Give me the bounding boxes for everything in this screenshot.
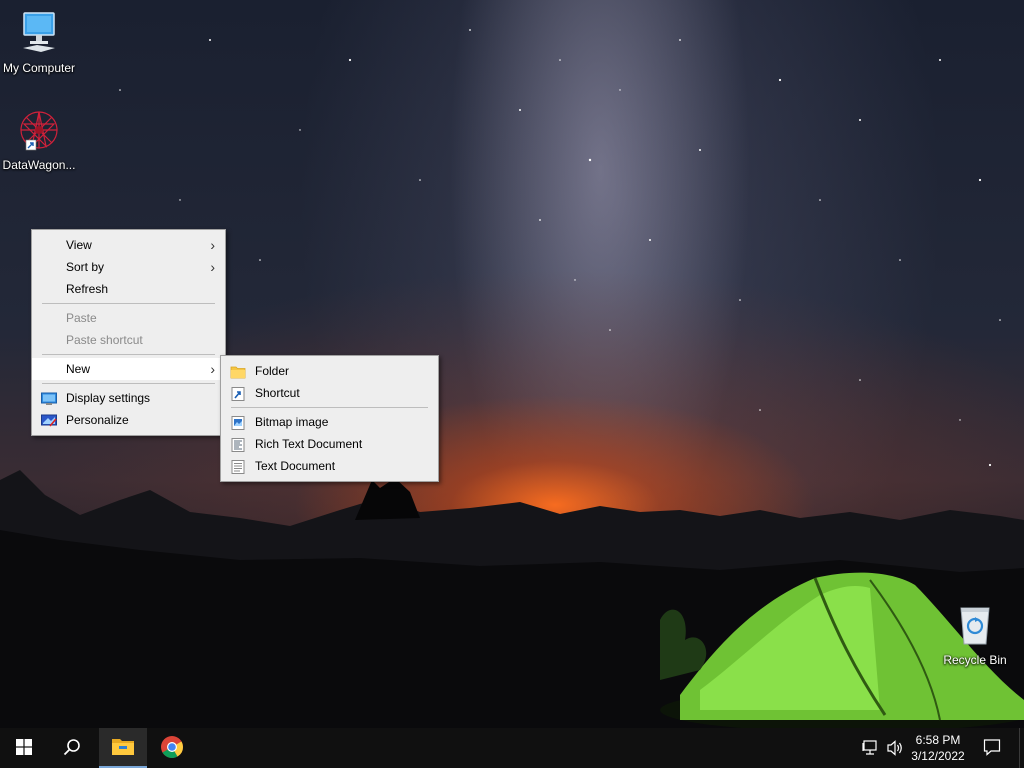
menu-item-label: Display settings <box>66 391 151 405</box>
chevron-right-icon: › <box>210 237 215 253</box>
system-clock[interactable]: 6:58 PM 3/12/2022 <box>908 732 968 764</box>
menu-separator <box>42 383 215 384</box>
show-desktop-button[interactable] <box>1019 728 1024 768</box>
menu-item-sort-by[interactable]: Sort by › <box>32 256 225 278</box>
submenu-item-label: Bitmap image <box>255 415 329 429</box>
submenu-item-label: Rich Text Document <box>255 437 363 451</box>
menu-item-label: Refresh <box>66 282 109 296</box>
desktop-icon-label: My Computer <box>2 61 76 75</box>
bitmap-icon <box>230 415 246 430</box>
menu-item-label: Paste <box>66 311 97 325</box>
desktop-icon-label: Recycle Bin <box>943 653 1007 667</box>
menu-item-view[interactable]: View › <box>32 234 225 256</box>
desktop-icon-recycle-bin[interactable]: Recycle Bin <box>936 602 1014 667</box>
datawagon-shortcut-icon <box>16 106 62 154</box>
monitor-icon <box>0 10 78 57</box>
desktop-context-menu: View › Sort by › Refresh Paste Paste sho… <box>31 229 226 436</box>
submenu-item-label: Text Document <box>255 459 336 473</box>
menu-item-paste-shortcut[interactable]: Paste shortcut <box>32 329 225 351</box>
taskbar: 6:58 PM 3/12/2022 <box>0 728 1024 768</box>
network-icon[interactable] <box>862 739 880 760</box>
chevron-right-icon: › <box>210 361 215 377</box>
shortcut-icon <box>230 386 246 401</box>
submenu-item-label: Folder <box>255 364 290 378</box>
menu-item-personalize[interactable]: Personalize <box>32 409 225 431</box>
text-document-icon <box>230 459 246 474</box>
clock-time: 6:58 PM <box>915 733 961 747</box>
menu-item-display-settings[interactable]: Display settings <box>32 387 225 409</box>
new-submenu: Folder Shortcut Bitmap image Rich Text D… <box>220 355 439 482</box>
menu-item-label: Personalize <box>66 413 129 427</box>
submenu-item-text-document[interactable]: Text Document <box>221 455 438 477</box>
submenu-item-label: Shortcut <box>255 386 300 400</box>
menu-separator <box>42 354 215 355</box>
menu-item-label: New <box>66 362 91 376</box>
personalize-icon <box>41 413 57 427</box>
folder-icon <box>230 364 246 379</box>
file-explorer-icon <box>111 736 135 759</box>
rich-text-icon <box>230 437 246 452</box>
menu-item-label: Sort by <box>66 260 105 274</box>
submenu-item-bitmap-image[interactable]: Bitmap image <box>221 411 438 433</box>
notification-icon[interactable] <box>983 738 1001 759</box>
taskbar-chrome[interactable] <box>148 728 196 768</box>
taskbar-file-explorer[interactable] <box>99 728 147 768</box>
submenu-item-folder[interactable]: Folder <box>221 360 438 382</box>
windows-start-icon <box>16 738 32 758</box>
chevron-right-icon: › <box>210 259 215 275</box>
volume-icon[interactable] <box>886 739 904 760</box>
menu-item-refresh[interactable]: Refresh <box>32 278 225 300</box>
menu-separator <box>231 407 428 408</box>
desktop-icon-datawagon[interactable]: DataWagon... <box>0 106 78 172</box>
start-button[interactable] <box>0 728 48 768</box>
desktop-icon-label: DataWagon... <box>2 158 76 172</box>
chrome-icon <box>160 735 184 762</box>
clock-date: 3/12/2022 <box>911 749 965 763</box>
menu-separator <box>42 303 215 304</box>
submenu-item-shortcut[interactable]: Shortcut <box>221 382 438 404</box>
menu-item-label: View <box>66 238 92 252</box>
menu-item-new[interactable]: New › <box>32 358 225 380</box>
display-settings-icon <box>41 391 57 405</box>
menu-item-label: Paste shortcut <box>66 333 143 347</box>
search-button[interactable] <box>48 728 96 768</box>
recycle-bin-icon <box>936 602 1014 649</box>
desktop-icon-my-computer[interactable]: My Computer <box>0 10 78 75</box>
submenu-item-rich-text-document[interactable]: Rich Text Document <box>221 433 438 455</box>
search-icon <box>63 738 81 759</box>
menu-item-paste[interactable]: Paste <box>32 307 225 329</box>
